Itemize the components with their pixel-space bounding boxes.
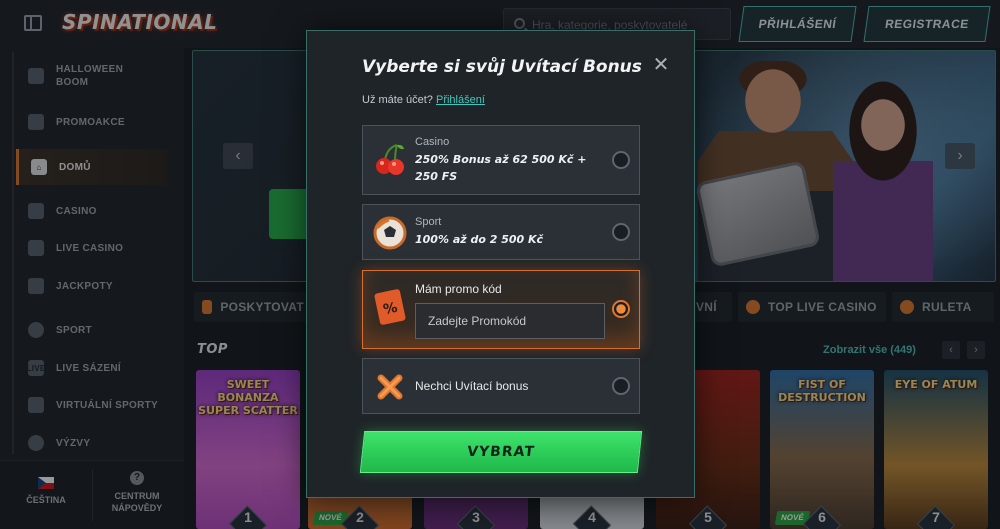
login-link[interactable]: Přihlášení [436, 94, 485, 106]
account-prompt-text: Už máte účet? [362, 94, 433, 106]
radio-promo-code[interactable] [612, 300, 630, 318]
radio-no-bonus[interactable] [612, 377, 630, 395]
welcome-bonus-modal: Vyberte si svůj Uvítací Bonus ✕ Už máte … [306, 30, 695, 498]
soccer-ball-icon [373, 216, 407, 250]
bonus-option-sport[interactable]: Sport 100% až do 2 500 Kč [362, 204, 640, 260]
bonus-option-promo-code[interactable]: % Mám promo kód [362, 270, 640, 349]
cherries-icon [376, 144, 404, 175]
option-label: Nechci Uvítací bonus [415, 379, 529, 393]
bonus-option-none[interactable]: Nechci Uvítací bonus [362, 358, 640, 414]
close-icon[interactable]: ✕ [651, 55, 671, 75]
option-description: 250% Bonus až 62 500 Kč + 250 FS [415, 153, 587, 183]
option-label: Mám promo kód [415, 282, 502, 296]
option-description: 100% až do 2 500 Kč [415, 233, 544, 246]
modal-title: Vyberte si svůj Uvítací Bonus [362, 57, 642, 77]
option-label: Casino [415, 136, 450, 148]
radio-sport[interactable] [612, 223, 630, 241]
account-prompt: Už máte účet? Přihlášení [362, 94, 485, 106]
promo-code-input[interactable] [415, 303, 605, 339]
bonus-option-casino[interactable]: Casino 250% Bonus až 62 500 Kč + 250 FS [362, 125, 640, 195]
select-bonus-button-label: VYBRAT [466, 444, 536, 460]
radio-casino[interactable] [612, 151, 630, 169]
promo-ticket-icon: % [374, 289, 406, 325]
option-label: Sport [415, 216, 442, 228]
select-bonus-button[interactable]: VYBRAT [359, 431, 643, 473]
cross-icon [377, 374, 403, 400]
